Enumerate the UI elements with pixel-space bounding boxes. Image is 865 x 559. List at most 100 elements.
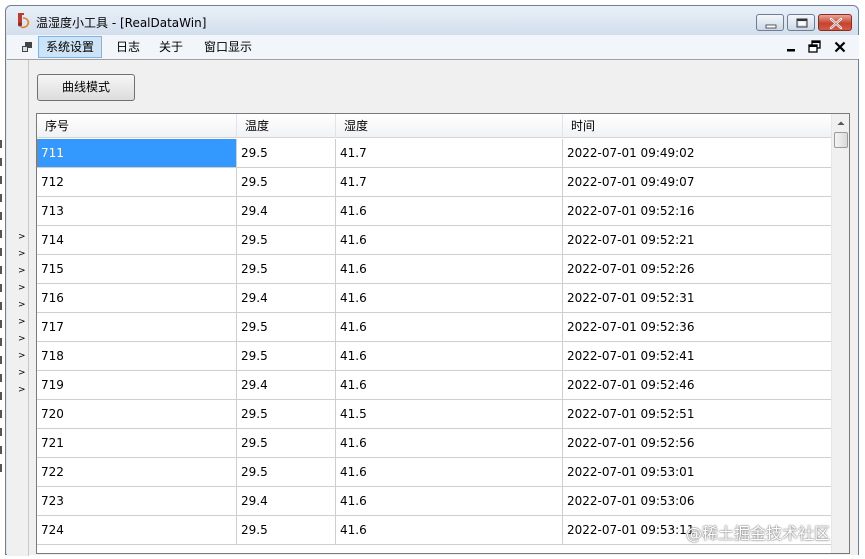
cell-temperature[interactable]: 29.5	[237, 342, 336, 370]
mdi-client-area: > > > > > > > > > > 曲线模式 序号 温度 湿度 时间 711…	[7, 59, 858, 556]
cell-time[interactable]: 2022-07-01 09:49:02	[563, 139, 831, 167]
cell-time[interactable]: 2022-07-01 09:52:46	[563, 371, 831, 399]
cell-humidity[interactable]: 41.7	[336, 139, 563, 167]
cell-index[interactable]: 716	[37, 284, 237, 312]
table-row[interactable]: 723 29.4 41.6 2022-07-01 09:53:06	[37, 487, 831, 516]
expand-arrow-icon[interactable]: >	[18, 283, 26, 293]
cell-time[interactable]: 2022-07-01 09:52:16	[563, 197, 831, 225]
column-header-index[interactable]: 序号	[37, 114, 237, 138]
cell-index[interactable]: 717	[37, 313, 237, 341]
expand-arrow-icon[interactable]: >	[18, 266, 26, 276]
cell-humidity[interactable]: 41.6	[336, 371, 563, 399]
mdi-close-icon[interactable]	[832, 39, 848, 55]
cell-index[interactable]: 715	[37, 255, 237, 283]
cell-humidity[interactable]: 41.6	[336, 226, 563, 254]
cell-index[interactable]: 720	[37, 400, 237, 428]
cell-humidity[interactable]: 41.6	[336, 429, 563, 457]
maximize-button[interactable]	[787, 14, 815, 31]
cell-time[interactable]: 2022-07-01 09:52:21	[563, 226, 831, 254]
cell-temperature[interactable]: 29.5	[237, 255, 336, 283]
table-row[interactable]: 718 29.5 41.6 2022-07-01 09:52:41	[37, 342, 831, 371]
column-header-temperature[interactable]: 温度	[237, 114, 336, 138]
table-row[interactable]: 712 29.5 41.7 2022-07-01 09:49:07	[37, 168, 831, 197]
cell-temperature[interactable]: 29.5	[237, 313, 336, 341]
cell-temperature[interactable]: 29.5	[237, 168, 336, 196]
cell-index[interactable]: 722	[37, 458, 237, 486]
cell-time[interactable]: 2022-07-01 09:52:31	[563, 284, 831, 312]
cell-time[interactable]: 2022-07-01 09:52:56	[563, 429, 831, 457]
cell-humidity[interactable]: 41.6	[336, 197, 563, 225]
column-header-humidity[interactable]: 湿度	[336, 114, 563, 138]
cell-humidity[interactable]: 41.6	[336, 313, 563, 341]
curve-mode-button[interactable]: 曲线模式	[37, 74, 135, 101]
expand-arrow-icon[interactable]: >	[18, 385, 26, 395]
cell-temperature[interactable]: 29.5	[237, 400, 336, 428]
cell-index[interactable]: 713	[37, 197, 237, 225]
cell-humidity[interactable]: 41.6	[336, 458, 563, 486]
title-bar[interactable]: 温湿度小工具 - [RealDataWin]	[6, 6, 858, 35]
cell-temperature[interactable]: 29.4	[237, 284, 336, 312]
table-row[interactable]: 722 29.5 41.6 2022-07-01 09:53:01	[37, 458, 831, 487]
cell-time[interactable]: 2022-07-01 09:52:51	[563, 400, 831, 428]
cell-humidity[interactable]: 41.5	[336, 400, 563, 428]
cell-temperature[interactable]: 29.5	[237, 139, 336, 167]
cell-index[interactable]: 724	[37, 516, 237, 544]
cell-time[interactable]: 2022-07-01 09:49:07	[563, 168, 831, 196]
mdi-minimize-icon[interactable]	[783, 39, 799, 55]
cell-temperature[interactable]: 29.5	[237, 458, 336, 486]
cell-humidity[interactable]: 41.6	[336, 516, 563, 544]
mdi-child-system-icon[interactable]	[21, 41, 33, 53]
cell-humidity[interactable]: 41.6	[336, 255, 563, 283]
column-header-time[interactable]: 时间	[563, 114, 831, 138]
cell-temperature[interactable]: 29.4	[237, 371, 336, 399]
table-row[interactable]: 711 29.5 41.7 2022-07-01 09:49:02	[37, 139, 831, 168]
cell-temperature[interactable]: 29.4	[237, 197, 336, 225]
cell-index[interactable]: 719	[37, 371, 237, 399]
mdi-restore-icon[interactable]	[807, 39, 823, 55]
cell-index[interactable]: 714	[37, 226, 237, 254]
table-row[interactable]: 720 29.5 41.5 2022-07-01 09:52:51	[37, 400, 831, 429]
cell-index[interactable]: 711	[37, 139, 237, 167]
cell-temperature[interactable]: 29.5	[237, 226, 336, 254]
data-grid[interactable]: 序号 温度 湿度 时间 711 29.5 41.7 2022-07-01 09:49:…	[36, 113, 850, 554]
expand-arrow-icon[interactable]: >	[18, 300, 26, 310]
cell-time[interactable]: 2022-07-01 09:53:06	[563, 487, 831, 515]
vertical-scrollbar[interactable]	[831, 114, 849, 553]
expand-arrow-icon[interactable]: >	[18, 317, 26, 327]
cell-temperature[interactable]: 29.5	[237, 429, 336, 457]
cell-temperature[interactable]: 29.4	[237, 487, 336, 515]
cell-index[interactable]: 723	[37, 487, 237, 515]
table-row[interactable]: 713 29.4 41.6 2022-07-01 09:52:16	[37, 197, 831, 226]
cell-index[interactable]: 721	[37, 429, 237, 457]
cell-humidity[interactable]: 41.6	[336, 284, 563, 312]
expand-arrow-icon[interactable]: >	[18, 334, 26, 344]
table-row[interactable]: 719 29.4 41.6 2022-07-01 09:52:46	[37, 371, 831, 400]
scrollbar-thumb[interactable]	[834, 132, 848, 148]
close-button[interactable]	[818, 14, 852, 31]
cell-time[interactable]: 2022-07-01 09:53:01	[563, 458, 831, 486]
cell-humidity[interactable]: 41.7	[336, 168, 563, 196]
table-row[interactable]: 717 29.5 41.6 2022-07-01 09:52:36	[37, 313, 831, 342]
cell-index[interactable]: 712	[37, 168, 237, 196]
cell-time[interactable]: 2022-07-01 09:52:26	[563, 255, 831, 283]
expand-arrow-icon[interactable]: >	[18, 368, 26, 378]
scroll-up-arrow-icon[interactable]	[833, 115, 849, 131]
cell-humidity[interactable]: 41.6	[336, 487, 563, 515]
minimize-button[interactable]	[756, 14, 784, 31]
menu-item-about[interactable]: 关于	[152, 36, 190, 58]
menu-item-log[interactable]: 日志	[109, 36, 147, 58]
table-row[interactable]: 715 29.5 41.6 2022-07-01 09:52:26	[37, 255, 831, 284]
expand-arrow-icon[interactable]: >	[18, 249, 26, 259]
menu-item-window-display[interactable]: 窗口显示	[197, 36, 259, 58]
cell-time[interactable]: 2022-07-01 09:52:41	[563, 342, 831, 370]
table-row[interactable]: 714 29.5 41.6 2022-07-01 09:52:21	[37, 226, 831, 255]
cell-temperature[interactable]: 29.5	[237, 516, 336, 544]
table-row[interactable]: 721 29.5 41.6 2022-07-01 09:52:56	[37, 429, 831, 458]
cell-index[interactable]: 718	[37, 342, 237, 370]
table-row[interactable]: 716 29.4 41.6 2022-07-01 09:52:31	[37, 284, 831, 313]
cell-humidity[interactable]: 41.6	[336, 342, 563, 370]
expand-arrow-icon[interactable]: >	[18, 232, 26, 242]
expand-arrow-icon[interactable]: >	[18, 351, 26, 361]
menu-item-system-settings[interactable]: 系统设置	[38, 36, 103, 58]
cell-time[interactable]: 2022-07-01 09:52:36	[563, 313, 831, 341]
